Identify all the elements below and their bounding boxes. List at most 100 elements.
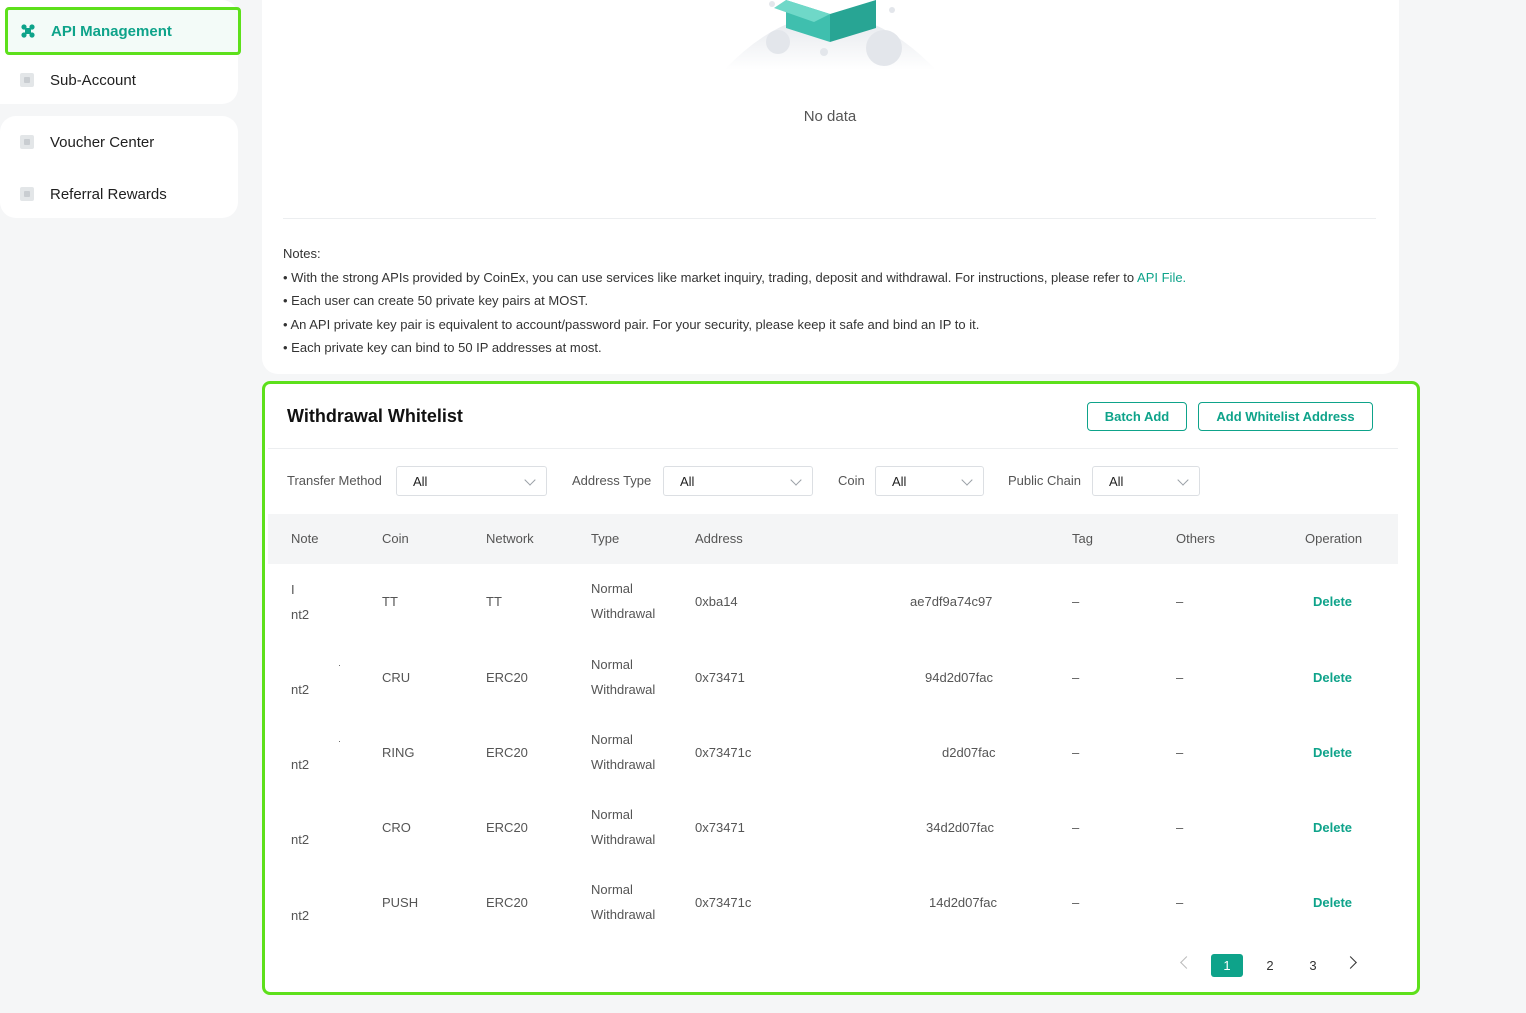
public-chain-label: Public Chain xyxy=(1008,473,1081,488)
sidebar-item-label: Referral Rewards xyxy=(50,185,167,203)
tag-cell: – xyxy=(1072,820,1080,835)
divider xyxy=(268,448,1398,449)
chevron-down-icon xyxy=(961,474,973,486)
add-whitelist-address-button[interactable]: Add Whitelist Address xyxy=(1198,402,1373,431)
referral-icon xyxy=(20,187,34,201)
divider xyxy=(283,218,1376,219)
chevron-down-icon xyxy=(790,474,802,486)
address-type-label: Address Type xyxy=(572,473,652,488)
table-header xyxy=(268,514,1398,564)
column-header-others: Others xyxy=(1176,531,1216,546)
type-cell: Normal Withdrawal xyxy=(591,652,655,702)
tag-cell: – xyxy=(1072,745,1080,760)
address-cell-end: ae7df9a74c97 xyxy=(910,594,993,609)
column-header-operation: Operation xyxy=(1305,531,1363,546)
type-line: Normal xyxy=(591,732,633,747)
delete-button[interactable]: Delete xyxy=(1313,594,1352,609)
note-cell: · xyxy=(338,736,341,746)
api-notes: Notes: • With the strong APIs provided b… xyxy=(283,242,1186,360)
chevron-down-icon xyxy=(524,474,536,486)
address-cell-end: d2d07fac xyxy=(942,745,996,760)
network-cell: ERC20 xyxy=(486,895,528,910)
transfer-method-label: Transfer Method xyxy=(287,473,382,488)
empty-box-illustration xyxy=(724,0,936,70)
type-line: Withdrawal xyxy=(591,757,656,772)
coin-cell: PUSH xyxy=(382,895,419,910)
column-header-note: Note xyxy=(291,531,319,546)
coin-label: Coin xyxy=(838,473,865,488)
sub-account-icon xyxy=(20,73,34,87)
coin-select[interactable]: All xyxy=(875,466,984,496)
page-button-3[interactable]: 3 xyxy=(1297,954,1329,977)
others-cell: – xyxy=(1176,820,1184,835)
note-cell: I xyxy=(291,582,295,597)
api-icon xyxy=(21,24,35,38)
note-cell: · xyxy=(338,660,341,670)
address-cell-start: 0x73471 xyxy=(695,820,745,835)
column-header-address: Address xyxy=(695,531,743,546)
notes-title: Notes: xyxy=(283,246,321,261)
page-button-2[interactable]: 2 xyxy=(1254,954,1286,977)
network-cell: ERC20 xyxy=(486,745,528,760)
type-line: Normal xyxy=(591,657,633,672)
api-file-link[interactable]: API File. xyxy=(1137,270,1186,285)
note-line: • An API private key pair is equivalent … xyxy=(283,316,980,332)
column-header-tag: Tag xyxy=(1072,531,1093,546)
network-cell: ERC20 xyxy=(486,670,528,685)
type-line: Withdrawal xyxy=(591,907,656,922)
sidebar-item-label: Sub-Account xyxy=(50,71,136,89)
note-line: • Each user can create 50 private key pa… xyxy=(283,293,589,308)
type-line: Normal xyxy=(591,882,633,897)
type-cell: Normal Withdrawal xyxy=(591,802,655,852)
column-header-coin: Coin xyxy=(382,531,409,546)
type-line: Withdrawal xyxy=(591,832,656,847)
delete-button[interactable]: Delete xyxy=(1313,895,1352,910)
note-cell: nt2 xyxy=(291,607,310,622)
coin-cell: RING xyxy=(382,745,415,760)
column-header-type: Type xyxy=(591,531,620,546)
type-cell: Normal Withdrawal xyxy=(591,576,655,626)
sidebar-item-api-management[interactable]: API Management xyxy=(5,7,241,55)
transfer-method-select[interactable]: All xyxy=(396,466,547,496)
network-cell: ERC20 xyxy=(486,820,528,835)
delete-button[interactable]: Delete xyxy=(1313,820,1352,835)
tag-cell: – xyxy=(1072,895,1080,910)
address-cell-start: 0xba14 xyxy=(695,594,738,609)
delete-button[interactable]: Delete xyxy=(1313,745,1352,760)
delete-button[interactable]: Delete xyxy=(1313,670,1352,685)
page-button-1[interactable]: 1 xyxy=(1211,954,1243,977)
others-cell: – xyxy=(1176,895,1184,910)
note-cell: nt2 xyxy=(291,832,310,847)
select-value: All xyxy=(413,473,428,489)
sidebar-item-voucher-center[interactable]: Voucher Center xyxy=(0,120,238,164)
type-line: Normal xyxy=(591,581,633,596)
sidebar-item-sub-account[interactable]: Sub-Account xyxy=(0,58,238,102)
address-cell-end: 14d2d07fac xyxy=(929,895,997,910)
type-cell: Normal Withdrawal xyxy=(591,727,655,777)
chevron-down-icon xyxy=(1177,474,1189,486)
tag-cell: – xyxy=(1072,670,1080,685)
tag-cell: – xyxy=(1072,594,1080,609)
address-cell-end: 34d2d07fac xyxy=(926,820,994,835)
sidebar-item-label: API Management xyxy=(51,22,172,40)
batch-add-button[interactable]: Batch Add xyxy=(1087,402,1187,431)
note-line: • With the strong APIs provided by CoinE… xyxy=(283,266,1186,290)
type-line: Withdrawal xyxy=(591,682,656,697)
address-cell-start: 0x73471c xyxy=(695,745,752,760)
voucher-icon xyxy=(20,135,34,149)
sidebar-item-referral-rewards[interactable]: Referral Rewards xyxy=(0,172,238,216)
address-cell-start: 0x73471 xyxy=(695,670,745,685)
coin-cell: CRO xyxy=(382,820,411,835)
address-type-select[interactable]: All xyxy=(663,466,813,496)
address-cell-start: 0x73471c xyxy=(695,895,752,910)
address-cell-end: 94d2d07fac xyxy=(925,670,993,685)
column-header-network: Network xyxy=(486,531,534,546)
public-chain-select[interactable]: All xyxy=(1092,466,1200,496)
select-value: All xyxy=(1109,473,1124,489)
note-text: • With the strong APIs provided by CoinE… xyxy=(283,269,1138,285)
note-cell: nt2 xyxy=(291,682,310,697)
no-data-text: No data xyxy=(803,108,857,125)
others-cell: – xyxy=(1176,670,1184,685)
sidebar-item-label: Voucher Center xyxy=(50,133,155,151)
others-cell: – xyxy=(1176,745,1184,760)
